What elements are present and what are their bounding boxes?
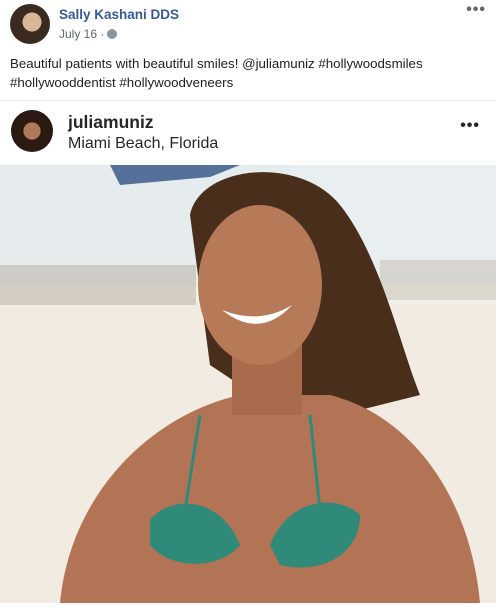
- beach-photo-illustration: [0, 165, 496, 603]
- post-text-line: Beautiful patients with beautiful smiles…: [10, 56, 423, 71]
- embed-options-icon[interactable]: •••: [460, 117, 480, 135]
- embedded-post-header: juliamuniz Miami Beach, Florida •••: [0, 101, 496, 163]
- post-header: Sally Kashani DDS July 16 · •••: [0, 0, 496, 46]
- globe-icon: [107, 29, 118, 39]
- post-photo[interactable]: [0, 165, 496, 603]
- post-options-icon[interactable]: •••: [466, 1, 486, 19]
- author-avatar[interactable]: [10, 4, 50, 44]
- post-bottom: [0, 603, 496, 608]
- post-date[interactable]: July 16 ·: [59, 27, 104, 41]
- facebook-post: Sally Kashani DDS July 16 · ••• Beautifu…: [0, 0, 496, 608]
- embed-location[interactable]: Miami Beach, Florida: [68, 135, 218, 153]
- author-name[interactable]: Sally Kashani DDS: [59, 7, 179, 22]
- post-text-line: #hollywooddentist #hollywoodveneers: [10, 75, 234, 90]
- embed-username[interactable]: juliamuniz: [68, 112, 154, 133]
- embed-avatar[interactable]: [11, 110, 53, 152]
- post-meta: July 16 ·: [59, 27, 118, 41]
- post-text: Beautiful patients with beautiful smiles…: [10, 54, 486, 92]
